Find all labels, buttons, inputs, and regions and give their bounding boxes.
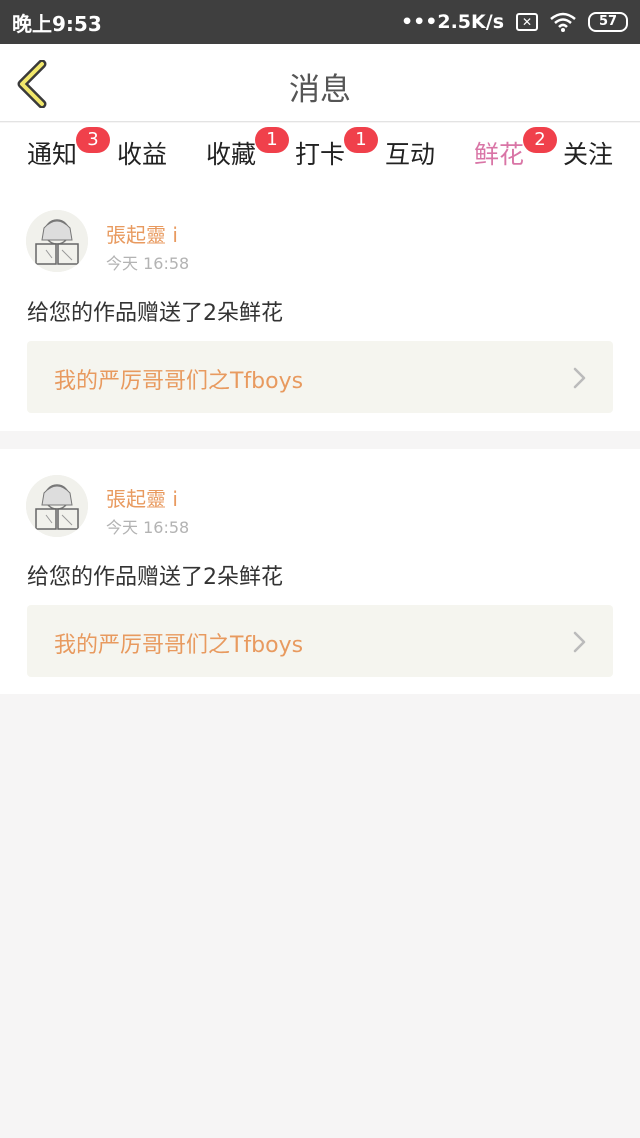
tab-label: 鲜花 [473, 140, 524, 169]
status-indicators: •••2.5K/s ✕ 57 [401, 11, 628, 33]
sim-off-icon: ✕ [516, 13, 538, 31]
message-card: 張起靈 i 今天 16:58 给您的作品赠送了2朵鲜花 我的严厉哥哥们之Tfbo… [0, 449, 640, 694]
chevron-right-icon [573, 367, 586, 389]
avatar-image [26, 210, 88, 272]
tab-label: 通知 [26, 140, 77, 169]
user-name[interactable]: 張起靈 i [106, 483, 178, 512]
work-link[interactable]: 我的严厉哥哥们之Tfboys [27, 605, 613, 677]
tab-checkin[interactable]: 打卡 1 [290, 127, 378, 171]
chevron-right-icon [573, 631, 586, 653]
unread-badge: 3 [76, 127, 110, 153]
wifi-icon [550, 12, 576, 32]
tab-label: 收益 [116, 140, 167, 169]
tab-label: 打卡 [294, 140, 345, 169]
tab-interactions[interactable]: 互动 [380, 135, 440, 171]
tab-label: 互动 [384, 140, 435, 169]
status-bar: 晚上9:53 •••2.5K/s ✕ 57 [0, 0, 640, 44]
message-card: 張起靈 i 今天 16:58 给您的作品赠送了2朵鲜花 我的严厉哥哥们之Tfbo… [0, 183, 640, 431]
battery-icon: 57 [588, 12, 628, 32]
tab-label: 关注 [562, 140, 613, 169]
page-title: 消息 [289, 72, 351, 108]
avatar[interactable] [26, 210, 88, 272]
tab-notifications[interactable]: 通知 3 [22, 127, 110, 171]
work-title: 我的严厉哥哥们之Tfboys [54, 633, 304, 658]
tab-follows[interactable]: 关注 [558, 135, 618, 171]
avatar-image [26, 475, 88, 537]
unread-badge: 1 [255, 127, 289, 153]
message-text: 给您的作品赠送了2朵鲜花 [27, 301, 283, 326]
status-time: 晚上9:53 [12, 11, 102, 36]
tab-bar: 通知 3 收益 收藏 1 打卡 1 互动 鲜花 2 关注 [0, 123, 640, 187]
tab-favorites[interactable]: 收藏 1 [201, 127, 289, 171]
work-link[interactable]: 我的严厉哥哥们之Tfboys [27, 341, 613, 413]
unread-badge: 1 [344, 127, 378, 153]
network-speed: •••2.5K/s [400, 11, 504, 33]
tab-flowers[interactable]: 鲜花 2 [469, 127, 557, 187]
message-time: 今天 16:58 [106, 254, 190, 273]
message-time: 今天 16:58 [106, 518, 190, 537]
work-title: 我的严厉哥哥们之Tfboys [54, 369, 304, 394]
user-name[interactable]: 張起靈 i [106, 219, 178, 248]
header: 消息 [0, 44, 640, 122]
tab-label: 收藏 [205, 140, 256, 169]
tab-earnings[interactable]: 收益 [112, 135, 172, 171]
avatar[interactable] [26, 475, 88, 537]
message-text: 给您的作品赠送了2朵鲜花 [27, 565, 283, 590]
unread-badge: 2 [523, 127, 557, 153]
